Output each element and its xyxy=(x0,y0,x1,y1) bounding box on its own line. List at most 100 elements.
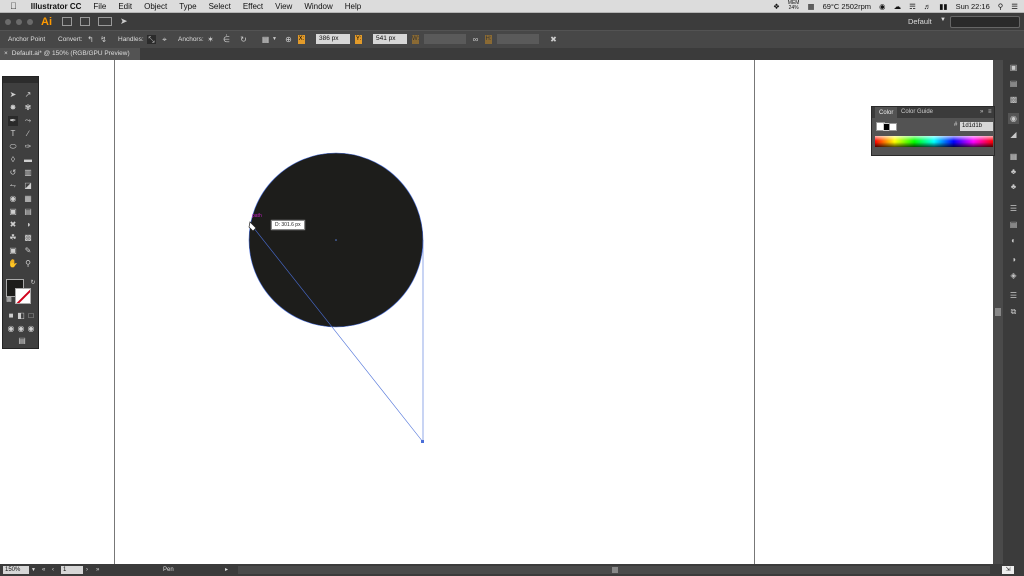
hand-tool-icon[interactable]: ✋ xyxy=(8,259,18,269)
current-tool-readout[interactable]: Pen xyxy=(163,566,174,574)
column-graph-tool-icon[interactable]: ▩ xyxy=(23,233,33,243)
search-adobe-stock-input[interactable] xyxy=(950,16,1020,28)
y-coordinate-field[interactable]: 541 px xyxy=(373,34,407,44)
line-segment-tool-icon[interactable]: ∕ xyxy=(23,129,33,139)
gradient-tool-icon[interactable]: ▤ xyxy=(23,207,33,217)
symbol-sprayer-tool-icon[interactable]: ☘ xyxy=(8,233,18,243)
color-panel-icon[interactable]: ◉ xyxy=(1008,113,1019,124)
lasso-tool-icon[interactable]: ✾ xyxy=(23,103,33,113)
shaper-tool-icon[interactable]: ◊ xyxy=(8,155,18,165)
shape-builder-tool-icon[interactable]: ◉ xyxy=(8,194,18,204)
eraser-tool-icon[interactable]: ▬ xyxy=(23,155,33,165)
chevron-down-icon[interactable]: ▼ xyxy=(940,17,946,23)
mesh-tool-icon[interactable]: ▣ xyxy=(8,207,18,217)
screen-mode-icon[interactable]: ▤ xyxy=(15,336,29,346)
prev-artboard-icon[interactable]: ‹ xyxy=(52,566,54,574)
curvature-tool-icon[interactable]: ⤳ xyxy=(23,116,33,126)
show-handles-icon[interactable]: ⤡ xyxy=(147,35,156,44)
notification-center-icon[interactable]: ☰ xyxy=(1011,2,1018,11)
artboards-icon[interactable]: ▣ xyxy=(1008,62,1019,73)
graphic-styles-icon[interactable]: ◈ xyxy=(1008,270,1019,281)
next-artboard-icon[interactable]: › xyxy=(86,566,88,574)
scale-tool-icon[interactable]: ▥ xyxy=(23,168,33,178)
height-field[interactable] xyxy=(497,34,539,44)
menu-type[interactable]: Type xyxy=(173,2,202,11)
hide-handles-icon[interactable]: ⌖ xyxy=(160,35,169,44)
eyedropper-tool-icon[interactable]: ✖ xyxy=(8,220,18,230)
align-icon[interactable]: ▦ xyxy=(261,35,270,44)
zoom-tool-icon[interactable]: ⚲ xyxy=(23,259,33,269)
artboard-number-field[interactable]: 1 xyxy=(61,566,83,574)
transparency-icon[interactable]: ◐ xyxy=(1008,235,1019,246)
mem-meter[interactable]: MEM 24% xyxy=(788,1,800,11)
workspace-switcher[interactable]: Default xyxy=(908,17,932,26)
symbols-icon[interactable]: ♣ xyxy=(1008,181,1019,192)
horizontal-scroll-thumb[interactable] xyxy=(612,567,618,573)
artboard-tool-icon[interactable]: ▣ xyxy=(8,246,18,256)
stock-icon[interactable] xyxy=(80,17,90,26)
tab-document[interactable]: × Default.ai* @ 150% (RGB/GPU Preview) xyxy=(0,48,140,60)
artwork-layer[interactable] xyxy=(0,60,993,564)
canvas-area[interactable]: path D: 301.6 px xyxy=(0,60,993,564)
blend-tool-icon[interactable]: ◑ xyxy=(23,220,33,230)
color-mode-icon[interactable]: ■ xyxy=(6,311,16,321)
swatches-icon[interactable]: ▦ xyxy=(1008,151,1019,162)
cut-path-icon[interactable]: ⋵ xyxy=(222,35,231,44)
clock[interactable]: Sun 22:16 xyxy=(956,2,990,11)
hex-color-field[interactable]: 1d1d1b xyxy=(960,122,993,131)
chart-icon[interactable]: ▦ xyxy=(807,2,814,11)
chevron-down-icon[interactable]: ▼ xyxy=(31,566,36,574)
minimize-window-dot[interactable] xyxy=(16,18,22,25)
perspective-grid-tool-icon[interactable]: ▦ xyxy=(23,194,33,204)
spotlight-icon[interactable]: ⚲ xyxy=(998,2,1004,11)
menu-edit[interactable]: Edit xyxy=(112,2,138,11)
free-transform-tool-icon[interactable]: ◪ xyxy=(23,181,33,191)
dropbox-icon[interactable]: ❖ xyxy=(773,2,780,11)
gradient-mode-icon[interactable]: ◧ xyxy=(16,311,26,321)
cloud-icon[interactable]: ☁ xyxy=(894,2,902,11)
link-dimensions-icon[interactable]: ∞ xyxy=(471,35,480,44)
vertical-scroll-thumb[interactable] xyxy=(995,308,1001,316)
menu-window[interactable]: Window xyxy=(298,2,338,11)
gpu-rocket-icon[interactable]: ➤ xyxy=(120,16,128,27)
menu-select[interactable]: Select xyxy=(203,2,237,11)
slice-tool-icon[interactable]: ✎ xyxy=(23,246,33,256)
chevron-down-icon[interactable]: ▼ xyxy=(270,35,279,44)
isolate-icon[interactable]: ✖ xyxy=(549,35,558,44)
menu-object[interactable]: Object xyxy=(138,2,173,11)
remove-anchor-icon[interactable]: ✶ xyxy=(206,35,215,44)
reference-point-icon[interactable]: ⊕ xyxy=(284,35,293,44)
default-colors-icon[interactable]: ▩ xyxy=(4,295,14,305)
ellipse-tool-icon[interactable]: ⬭ xyxy=(8,142,18,152)
layers-icon[interactable]: ☰ xyxy=(1008,290,1019,301)
connect-anchors-icon[interactable]: ↻ xyxy=(239,35,248,44)
stroke-icon[interactable]: ☰ xyxy=(1008,203,1019,214)
direct-selection-tool-icon[interactable]: ↗ xyxy=(23,90,33,100)
draw-behind-icon[interactable]: ◉ xyxy=(16,324,26,334)
swap-fill-stroke-icon[interactable]: ↻ xyxy=(28,278,38,288)
width-tool-icon[interactable]: ⥊ xyxy=(8,181,18,191)
resize-corner-icon[interactable]: ⇲ xyxy=(1002,566,1014,574)
menu-help[interactable]: Help xyxy=(339,2,367,11)
type-tool-icon[interactable]: T xyxy=(8,129,18,139)
close-window-dot[interactable] xyxy=(5,18,11,25)
layers-stack-icon[interactable]: ▩ xyxy=(1008,94,1019,105)
wifi-icon[interactable]: ☴ xyxy=(909,2,916,11)
last-artboard-icon[interactable]: » xyxy=(96,566,99,574)
bridge-icon[interactable] xyxy=(62,17,72,26)
color-guide-icon[interactable]: ◢ xyxy=(1008,129,1019,140)
battery-icon[interactable]: ▮▮ xyxy=(939,2,947,11)
convert-to-smooth-icon[interactable]: ↯ xyxy=(99,35,108,44)
arrange-documents-icon[interactable] xyxy=(98,17,112,26)
anchor-point[interactable] xyxy=(421,440,424,443)
stroke-swatch[interactable] xyxy=(15,288,31,304)
collapse-icon[interactable]: » xyxy=(980,109,983,115)
tab-color[interactable]: Color xyxy=(875,107,898,120)
appearance-icon[interactable]: ◑ xyxy=(1008,254,1019,265)
draw-inside-icon[interactable]: ◉ xyxy=(26,324,36,334)
zoom-window-dot[interactable] xyxy=(27,18,33,25)
x-coordinate-field[interactable]: 386 px xyxy=(316,34,350,44)
menu-file[interactable]: File xyxy=(87,2,112,11)
temp-fan-readout[interactable]: 69°C 2502rpm xyxy=(823,2,871,11)
apple-icon[interactable]:  xyxy=(0,1,25,11)
